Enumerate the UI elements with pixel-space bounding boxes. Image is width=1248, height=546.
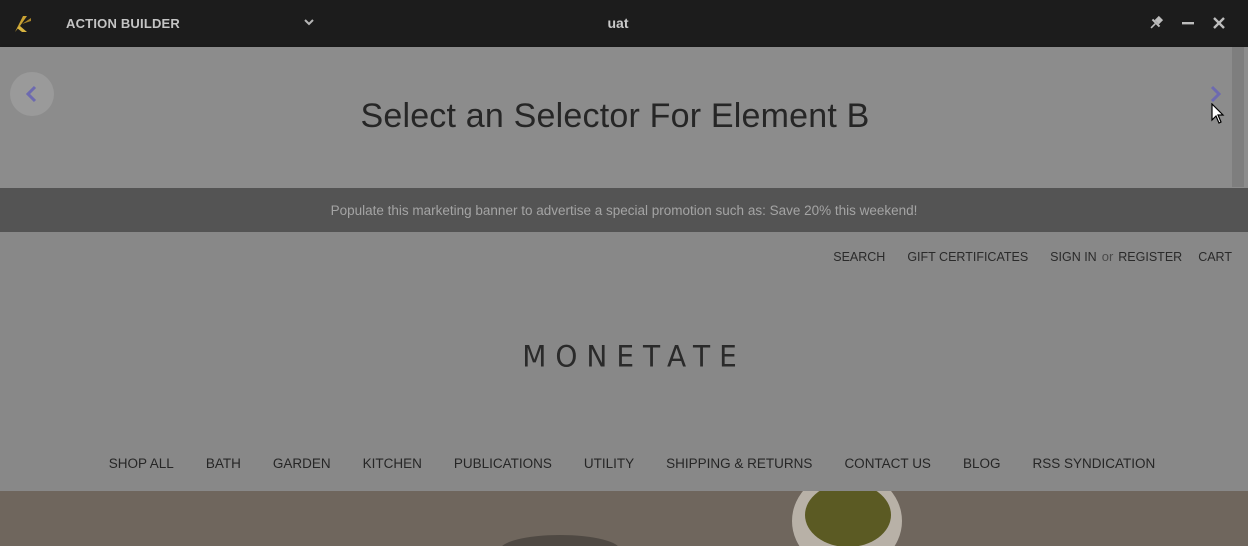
panel-scrollbar[interactable] — [1232, 47, 1244, 187]
nav-item-contact-us[interactable]: CONTACT US — [844, 456, 931, 471]
selector-step-panel: Select an Selector For Element B — [0, 47, 1248, 188]
nav-item-blog[interactable]: BLOG — [963, 456, 1001, 471]
nav-item-utility[interactable]: UTILITY — [584, 456, 634, 471]
or-text: or — [1101, 249, 1114, 264]
title-bar: ACTION BUILDER uat — [0, 0, 1248, 47]
promo-banner: Populate this marketing banner to advert… — [0, 188, 1248, 232]
pin-icon[interactable] — [1146, 13, 1166, 33]
environment-name: uat — [607, 15, 629, 31]
nav-item-bath[interactable]: BATH — [206, 456, 241, 471]
panel-title: Select an Selector For Element B — [360, 97, 870, 135]
cart-link[interactable]: CART — [1198, 250, 1232, 264]
gift-certificates-link[interactable]: GIFT CERTIFICATES — [907, 250, 1028, 264]
hero-image — [0, 491, 1248, 546]
nav-item-garden[interactable]: GARDEN — [273, 456, 331, 471]
utility-nav: SEARCH GIFT CERTIFICATES SIGN IN or REGI… — [833, 249, 1232, 264]
sign-in-link[interactable]: SIGN IN — [1050, 250, 1097, 264]
nav-item-shipping-returns[interactable]: SHIPPING & RETURNS — [666, 456, 812, 471]
hero-cup-tea — [805, 491, 891, 546]
main-nav: SHOP ALL BATH GARDEN KITCHEN PUBLICATION… — [0, 456, 1248, 471]
nav-item-publications[interactable]: PUBLICATIONS — [454, 456, 552, 471]
close-icon[interactable] — [1209, 13, 1229, 33]
hero-bowl-shape — [500, 535, 620, 546]
nav-item-shop-all[interactable]: SHOP ALL — [109, 456, 174, 471]
site-logo[interactable]: MONETATE — [0, 339, 1248, 374]
mouse-cursor-icon — [1211, 103, 1225, 124]
nav-item-rss-syndication[interactable]: RSS SYNDICATION — [1032, 456, 1155, 471]
nav-item-kitchen[interactable]: KITCHEN — [363, 456, 422, 471]
register-link[interactable]: REGISTER — [1118, 250, 1182, 264]
search-link[interactable]: SEARCH — [833, 250, 885, 264]
minimize-icon[interactable] — [1178, 13, 1198, 33]
